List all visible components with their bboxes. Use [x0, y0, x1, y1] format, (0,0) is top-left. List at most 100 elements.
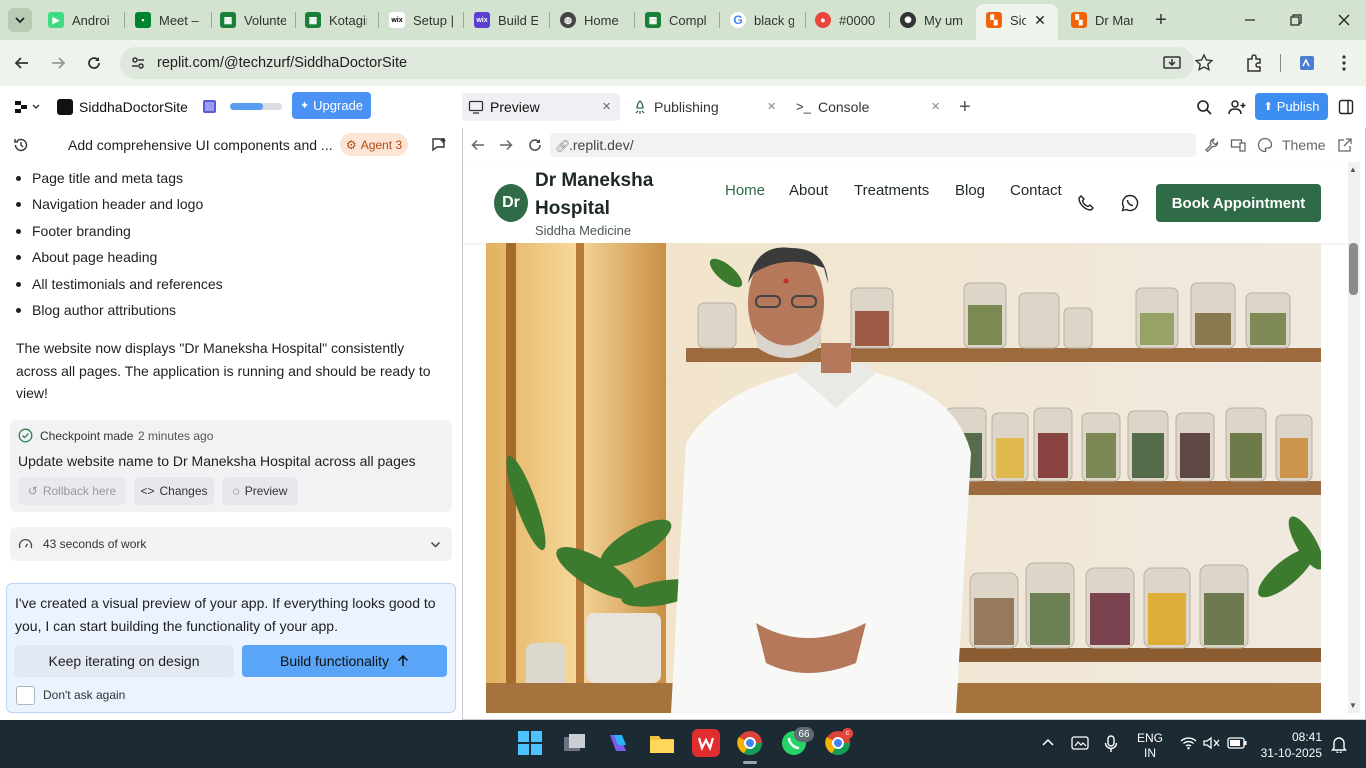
extensions-icon[interactable] — [1244, 53, 1264, 73]
browser-tab[interactable]: ▦ Compl — [645, 8, 707, 32]
site-name[interactable]: Dr Maneksha Hospital — [535, 167, 653, 223]
history-icon[interactable] — [13, 137, 29, 153]
book-appointment-button[interactable]: Book Appointment — [1156, 184, 1321, 222]
tab-preview-label: Preview — [490, 99, 540, 115]
onedrive-tray-icon[interactable] — [1071, 735, 1089, 751]
invite-user-icon[interactable] — [1228, 99, 1246, 115]
phone-icon[interactable] — [1077, 194, 1095, 212]
file-explorer-icon[interactable] — [648, 729, 676, 757]
keep-iterating-button[interactable]: Keep iterating on design — [14, 645, 234, 677]
close-icon[interactable]: ✕ — [767, 100, 776, 113]
back-arrow-icon[interactable] — [12, 53, 32, 73]
android-studio-icon: ▶ — [48, 12, 64, 28]
close-icon[interactable]: ✕ — [931, 100, 940, 113]
nav-blog[interactable]: Blog — [955, 182, 985, 199]
sheets-icon: ▦ — [645, 12, 661, 28]
copilot-icon[interactable] — [604, 729, 632, 757]
notifications-bell-icon[interactable] — [1331, 735, 1347, 753]
chrome-profile-icon[interactable] — [736, 729, 764, 757]
install-app-icon[interactable] — [1162, 53, 1182, 73]
battery-icon[interactable] — [1227, 737, 1247, 749]
scroll-down-icon[interactable]: ▼ — [1349, 701, 1357, 710]
theme-palette-icon[interactable] — [1257, 137, 1273, 153]
project-name[interactable]: SiddhaDoctorSite — [79, 99, 188, 115]
whatsapp-icon[interactable] — [1121, 194, 1139, 212]
preview-tab-icon — [468, 99, 484, 115]
preview-reload-icon[interactable] — [527, 137, 543, 153]
chevron-down-icon[interactable] — [430, 539, 441, 550]
close-icon[interactable]: ✕ — [602, 100, 611, 113]
preview-forward-icon[interactable] — [498, 138, 514, 152]
preview-back-icon[interactable] — [470, 138, 486, 152]
theme-label[interactable]: Theme — [1282, 137, 1326, 153]
rollback-button[interactable]: ↺ Rollback here — [18, 477, 126, 505]
tab-search-button[interactable] — [8, 8, 32, 32]
browser-tab[interactable]: ● #0000 — [815, 8, 877, 32]
scroll-up-icon[interactable]: ▲ — [1349, 165, 1357, 174]
message-line: view! — [16, 385, 48, 401]
scrollbar-thumb[interactable] — [1349, 243, 1358, 295]
tab-preview[interactable] — [462, 93, 620, 121]
publish-button[interactable]: ⬆ Publish — [1255, 93, 1328, 120]
restore-window-button[interactable] — [1286, 10, 1306, 30]
work-summary-text: 43 seconds of work — [43, 537, 147, 551]
browser-tab[interactable]: ✺ My um — [900, 8, 964, 32]
close-tab-icon[interactable]: ✕ — [1032, 12, 1048, 28]
wifi-icon[interactable] — [1180, 736, 1197, 750]
changes-button[interactable]: <> Changes — [134, 477, 214, 505]
browser-tab[interactable]: Gblack g — [730, 8, 794, 32]
preview-url-field[interactable] — [550, 133, 1196, 157]
browser-tab[interactable]: wix Setup | — [389, 8, 453, 32]
task-view-icon[interactable] — [560, 729, 588, 757]
sidebar-toggle-icon[interactable] — [1338, 99, 1354, 115]
prompt-line: I've created a visual preview of your ap… — [15, 595, 436, 611]
nav-home[interactable]: Home — [725, 182, 765, 199]
browser-tab[interactable]: wix Build E — [474, 8, 538, 32]
new-chat-icon[interactable] — [431, 137, 448, 153]
minimize-window-button[interactable] — [1240, 10, 1260, 30]
close-window-button[interactable] — [1334, 10, 1354, 30]
devtools-wrench-icon[interactable] — [1204, 137, 1220, 153]
upgrade-button[interactable]: ✦ Upgrade — [292, 92, 371, 119]
replit-menu-button[interactable] — [14, 98, 44, 116]
show-hidden-icons[interactable] — [1041, 736, 1055, 750]
open-new-tab-icon[interactable] — [1337, 137, 1353, 153]
browser-tab[interactable]: ▦ Volunte — [220, 8, 286, 32]
build-functionality-button[interactable]: Build functionality — [242, 645, 447, 677]
devices-icon[interactable] — [1230, 137, 1246, 153]
dont-ask-checkbox[interactable] — [16, 686, 35, 705]
browser-menu-icon[interactable] — [1334, 53, 1354, 73]
site-logo[interactable]: Dr — [494, 184, 528, 222]
clock[interactable]: 08:41 31-10-2025 — [1256, 729, 1322, 761]
add-tab-icon[interactable]: + — [959, 96, 971, 119]
arrow-up-icon — [397, 655, 409, 667]
reload-icon[interactable] — [84, 53, 104, 73]
preview-checkpoint-button[interactable]: ◌ Preview — [222, 477, 298, 505]
language-indicator[interactable]: ENG IN — [1137, 731, 1163, 761]
tab-console[interactable]: Console — [818, 99, 869, 115]
browser-tab[interactable]: ▶ Androi — [48, 8, 114, 32]
browser-tab[interactable]: ◍ Home | — [560, 8, 622, 32]
nav-about[interactable]: About — [789, 182, 828, 199]
nav-treatments[interactable]: Treatments — [854, 182, 929, 199]
browser-tab[interactable]: ▪ Meet – — [135, 8, 201, 32]
nav-contact[interactable]: Contact — [1010, 182, 1062, 199]
browser-tab[interactable]: ▦ Kotagir — [305, 8, 367, 32]
forward-arrow-icon[interactable] — [48, 53, 68, 73]
tab-publishing[interactable]: Publishing — [654, 99, 719, 115]
toolbar-divider — [1280, 54, 1281, 72]
search-icon[interactable] — [1196, 99, 1212, 115]
list-item: Navigation header and logo — [32, 196, 204, 212]
microphone-icon[interactable] — [1104, 735, 1118, 753]
volume-muted-icon[interactable] — [1203, 736, 1220, 750]
rollback-icon: ↺ — [27, 484, 38, 498]
site-info-icon[interactable] — [128, 53, 148, 73]
windows-start-icon[interactable] — [516, 729, 544, 757]
bookmark-star-icon[interactable] — [1194, 53, 1214, 73]
browser-tab[interactable]: ▚ Dr Mar — [1071, 8, 1133, 32]
new-tab-button[interactable]: + — [1151, 10, 1171, 30]
profile-icon[interactable] — [1297, 53, 1317, 73]
link-icon: 🔗︎ — [555, 139, 571, 153]
browser-tab-active[interactable]: ▚ Sic — [986, 8, 1026, 32]
wps-office-icon[interactable] — [692, 729, 720, 757]
